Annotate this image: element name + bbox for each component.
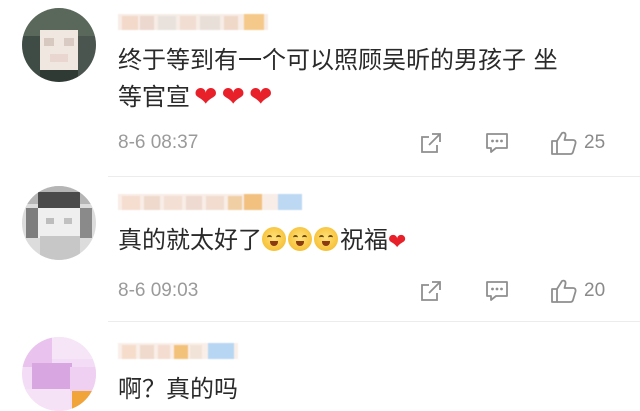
comment-text-line: 终于等到有一个可以照顾吴昕的男孩子 坐 (118, 46, 558, 74)
timestamp: 8-6 09:03 (118, 280, 199, 301)
avatar[interactable] (22, 8, 96, 82)
grinning-sweat-emoji (262, 227, 286, 251)
comment-text-suffix: 祝福 (340, 226, 388, 254)
like-count: 25 (584, 132, 606, 153)
divider (108, 321, 640, 322)
comment-item: 真的就太好了 祝福❤ 8-6 09:03 20 (0, 180, 640, 325)
comment-button[interactable] (482, 128, 512, 158)
username[interactable] (118, 339, 238, 361)
comment-text-line: 啊？真的吗 (118, 375, 238, 403)
comment-text-line: 等官宣 (118, 83, 190, 111)
share-button[interactable] (416, 128, 446, 158)
share-icon (421, 281, 441, 301)
thumbs-up-icon (551, 279, 577, 303)
heart-emoji: ❤ (221, 80, 245, 113)
avatar[interactable] (22, 186, 96, 260)
heart-emoji: ❤ (194, 80, 218, 113)
username[interactable] (118, 190, 308, 212)
comment-text-line2: 等官宣 ❤ ❤ ❤ (118, 78, 272, 115)
avatar-image (22, 8, 96, 82)
comment-icon (486, 133, 508, 153)
avatar-image (22, 337, 96, 411)
comment-item: 啊？真的吗 (0, 325, 640, 411)
like-button[interactable]: 25 (550, 128, 605, 158)
divider (108, 176, 640, 177)
thumbs-up-icon (551, 131, 577, 155)
comment-text: 啊？真的吗 (118, 371, 238, 407)
share-button[interactable] (416, 276, 446, 306)
share-icon (421, 133, 441, 153)
avatar[interactable] (22, 337, 96, 411)
grinning-sweat-emoji (314, 227, 338, 251)
like-count: 20 (584, 280, 606, 301)
comment-button[interactable] (482, 276, 512, 306)
comment-text-line: 真的就太好了 (118, 226, 262, 254)
comment-text: 真的就太好了 祝福❤ (118, 222, 406, 260)
heart-emoji: ❤ (388, 230, 407, 255)
heart-emoji: ❤ (248, 80, 273, 113)
grinning-sweat-emoji (288, 227, 312, 251)
timestamp: 8-6 08:37 (118, 132, 199, 153)
comment-meta: 8-6 09:03 20 (118, 276, 630, 306)
username-pixelated (118, 14, 268, 30)
comment-text: 终于等到有一个可以照顾吴昕的男孩子 坐 (118, 42, 558, 78)
username-pixelated (118, 194, 302, 210)
username[interactable] (118, 10, 268, 32)
username-pixelated (118, 343, 238, 359)
like-button[interactable]: 20 (550, 276, 605, 306)
comment-meta: 8-6 08:37 25 (118, 128, 630, 158)
avatar-image (22, 186, 96, 260)
comment-icon (486, 281, 508, 301)
comment-item: 终于等到有一个可以照顾吴昕的男孩子 坐 等官宣❤❤❤ 8-6 08:37 (0, 0, 640, 180)
